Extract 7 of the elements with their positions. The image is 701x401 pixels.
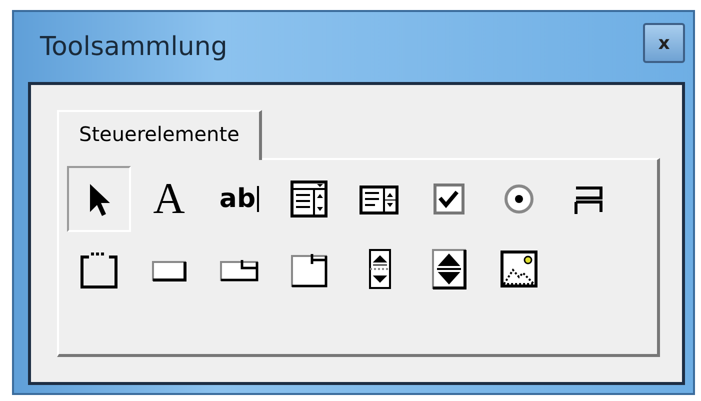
close-button[interactable]: x	[643, 23, 685, 63]
tab[interactable]: Steuerelemente	[57, 110, 262, 160]
combo-list-icon	[288, 178, 330, 220]
letter-icon: A	[153, 177, 185, 221]
window-title: Toolsammlung	[40, 32, 228, 62]
tool-button[interactable]	[67, 166, 131, 232]
image-icon	[498, 248, 540, 290]
